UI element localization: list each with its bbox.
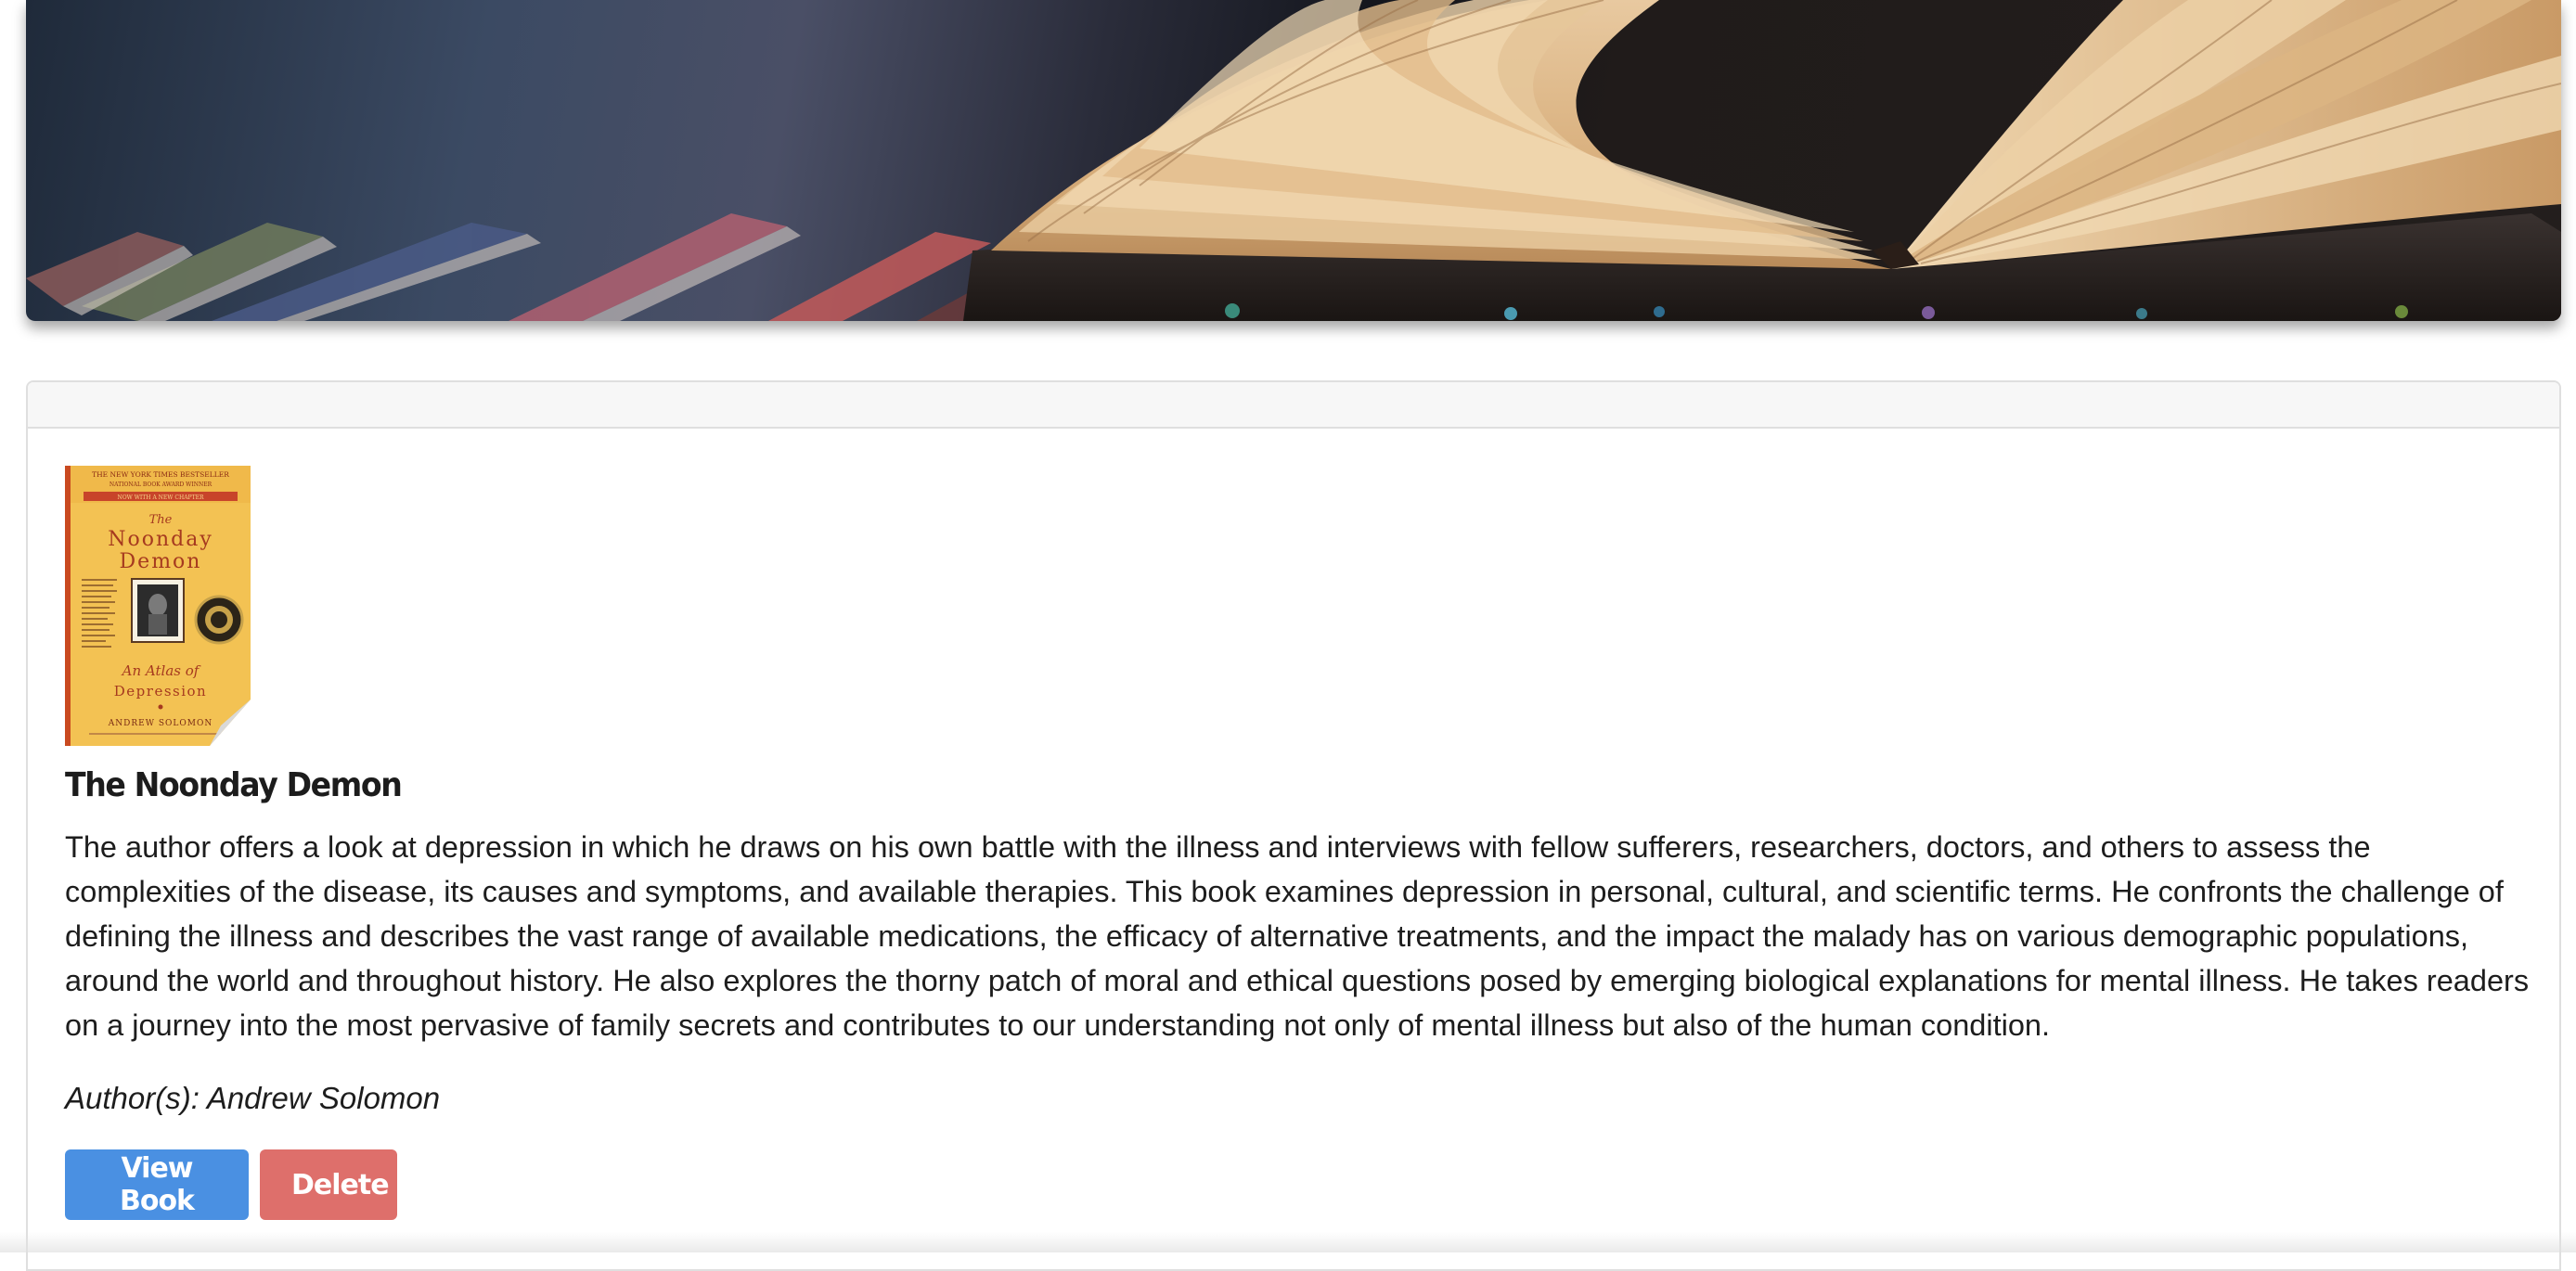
open-book-illustration: [26, 0, 2561, 321]
book-authors: Author(s): Andrew Solomon: [65, 1081, 2522, 1116]
svg-text:The: The: [149, 513, 173, 527]
book-card: THE NEW YORK TIMES BESTSELLER NATIONAL B…: [26, 380, 2561, 1271]
svg-text:Demon: Demon: [120, 550, 202, 573]
card-header: [28, 382, 2559, 429]
bottom-shadow: [0, 1232, 2576, 1252]
book-cover-image[interactable]: THE NEW YORK TIMES BESTSELLER NATIONAL B…: [65, 466, 251, 746]
card-body: THE NEW YORK TIMES BESTSELLER NATIONAL B…: [28, 429, 2559, 1220]
svg-text:Depression: Depression: [114, 683, 207, 700]
delete-button[interactable]: Delete: [260, 1149, 397, 1220]
book-title[interactable]: The Noonday Demon: [65, 766, 2325, 804]
svg-text:An Atlas of: An Atlas of: [121, 662, 201, 679]
book-cover-art: THE NEW YORK TIMES BESTSELLER NATIONAL B…: [71, 466, 251, 746]
hero-banner-image: [26, 0, 2561, 321]
view-book-button[interactable]: View Book: [65, 1149, 249, 1220]
card-actions: View Book Delete: [65, 1149, 2522, 1220]
svg-text:NOW WITH A NEW CHAPTER: NOW WITH A NEW CHAPTER: [118, 494, 204, 501]
svg-text:THE NEW YORK TIMES BESTSELLER: THE NEW YORK TIMES BESTSELLER: [92, 470, 229, 479]
svg-text:Noonday: Noonday: [108, 528, 213, 551]
svg-text:NATIONAL BOOK AWARD WINNER: NATIONAL BOOK AWARD WINNER: [109, 481, 213, 488]
svg-text:ANDREW SOLOMON: ANDREW SOLOMON: [108, 719, 213, 728]
book-description: The author offers a look at depression i…: [65, 825, 2533, 1047]
